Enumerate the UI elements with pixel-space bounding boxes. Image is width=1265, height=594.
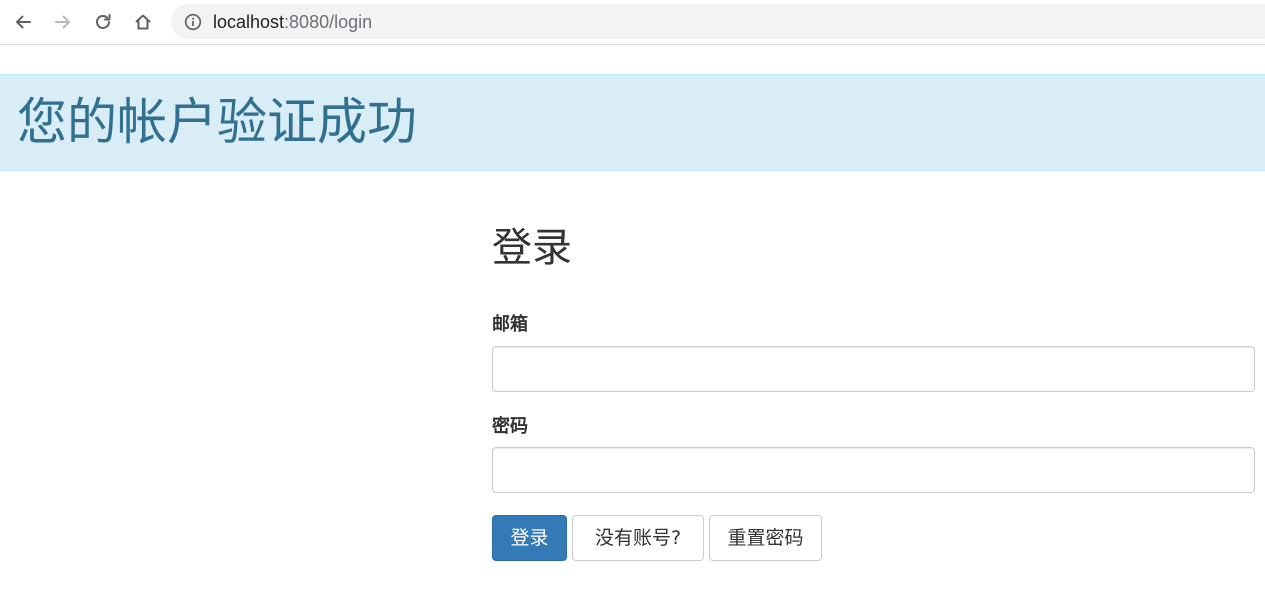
alert-message: 您的帐户验证成功 xyxy=(17,93,417,151)
forward-arrow-icon xyxy=(53,12,73,32)
reset-password-button[interactable]: 重置密码 xyxy=(709,515,822,561)
url-text[interactable]: localhost:8080/login xyxy=(213,12,372,32)
register-link-button[interactable]: 没有账号? xyxy=(572,515,704,561)
email-field[interactable] xyxy=(492,346,1255,392)
email-label: 邮箱 xyxy=(492,314,528,335)
reload-icon xyxy=(93,12,113,32)
back-button[interactable] xyxy=(7,6,39,38)
password-field[interactable] xyxy=(492,447,1255,493)
password-label: 密码 xyxy=(492,416,528,437)
address-bar[interactable]: localhost:8080/login xyxy=(171,4,1265,39)
forward-button[interactable] xyxy=(47,6,79,38)
url-path: :8080/login xyxy=(284,12,373,32)
login-title: 登录 xyxy=(492,225,572,271)
success-alert: 您的帐户验证成功 xyxy=(0,74,1265,171)
login-button[interactable]: 登录 xyxy=(492,515,567,561)
info-icon[interactable] xyxy=(184,13,202,31)
home-icon xyxy=(133,12,153,32)
browser-toolbar: localhost:8080/login xyxy=(0,0,1265,45)
reload-button[interactable] xyxy=(87,6,119,38)
login-form: 登录 邮箱 密码 登录 没有账号? 重置密码 xyxy=(492,220,1255,561)
url-host: localhost xyxy=(213,12,285,32)
back-arrow-icon xyxy=(13,12,33,32)
home-button[interactable] xyxy=(127,6,159,38)
